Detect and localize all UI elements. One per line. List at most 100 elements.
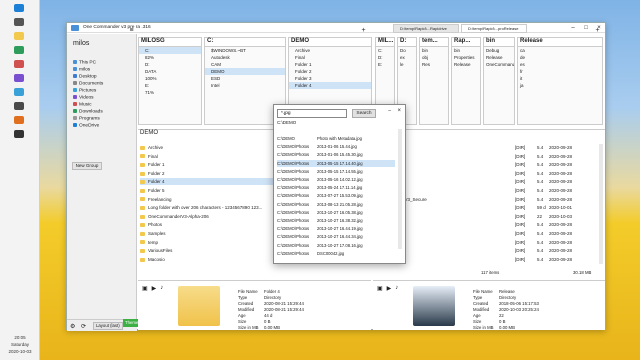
column-row[interactable]: ca: [518, 47, 602, 54]
column-row[interactable]: DEMO: [205, 68, 285, 75]
start-icon[interactable]: [14, 4, 24, 12]
close-button[interactable]: ×: [397, 108, 401, 114]
column-row[interactable]: Folder 2: [289, 68, 371, 75]
tab[interactable]: D:\temp\Rapid\...proRelease: [461, 24, 527, 33]
scrollbar[interactable]: [599, 144, 603, 264]
table-row[interactable]: ommanderV3_Secure[DIR]5.42020-09-28: [375, 196, 597, 203]
search-result-row[interactable]: C:\DEMO\Photos 2013-10-27 16.05.38.jpg: [277, 209, 395, 216]
nav-item[interactable]: OneDrive: [73, 123, 99, 129]
table-row[interactable]: [DIR] 5.4 2020-09-28: [375, 187, 597, 194]
nav-item[interactable]: Desktop: [73, 74, 97, 80]
tab[interactable]: D:\temp\Rapid\...Rapidrive: [393, 24, 459, 33]
table-row[interactable]: [DIR] 5.4 2020-09-28: [375, 178, 597, 185]
search-result-row[interactable]: C:\DEMO\Photos 2013-10-27 17.08.16.jpg: [277, 242, 395, 249]
table-row[interactable]: [DIR] 5.4 2020-09-28: [375, 230, 597, 237]
nav-item[interactable]: Music: [73, 102, 92, 108]
clock-time[interactable]: 20:05: [0, 335, 40, 340]
audio-icon[interactable]: ♪: [395, 285, 398, 292]
column-row[interactable]: ja: [518, 82, 602, 89]
search-result-row[interactable]: C:\DEMO\Photos 2013-07-27 15.53.09.jpg: [277, 192, 395, 199]
minimize-button[interactable]: –: [388, 108, 391, 114]
minimize-button[interactable]: –: [567, 24, 579, 32]
search-result-row[interactable]: C:\DEMO Photo with Metadata.jpg: [277, 135, 395, 142]
image-icon[interactable]: ▣: [142, 285, 148, 292]
column-row[interactable]: fr: [518, 68, 602, 75]
app-icon[interactable]: [14, 88, 24, 96]
layout-button[interactable]: Layout (last): [93, 322, 123, 330]
column-row[interactable]: ex: [398, 54, 416, 61]
table-row[interactable]: [DIR] 5.4 2020-09-28: [375, 256, 597, 263]
column-row[interactable]: CAM: [205, 61, 285, 68]
search-result-row[interactable]: C:\DEMO\Photos 2013-08-13 21.05.28.jpg: [277, 201, 395, 208]
column-row[interactable]: bin: [420, 47, 448, 54]
column-row[interactable]: $WINDOWS.~BT: [205, 47, 285, 54]
search-icon[interactable]: [14, 18, 24, 26]
column-row[interactable]: Properties: [452, 54, 480, 61]
search-result-row[interactable]: C:\DEMO\Photos 2013-05-15 17.14.40.jpg: [277, 159, 395, 167]
new-group-button[interactable]: New Group: [72, 162, 102, 170]
nav-item[interactable]: milos: [73, 67, 90, 73]
search-result-row[interactable]: C:\DEMO\Photos 2013-10-27 16.44.19.jpg: [277, 225, 395, 232]
column-row[interactable]: 71%: [139, 89, 201, 96]
app-icon[interactable]: [14, 60, 24, 68]
app-icon[interactable]: [14, 74, 24, 82]
search-result-row[interactable]: C:\DEMO\Photos 2013-05-24 17.11.14.jpg: [277, 184, 395, 191]
maximize-button[interactable]: □: [580, 24, 592, 32]
column-row[interactable]: Release: [484, 54, 514, 61]
onecommander-icon[interactable]: [14, 102, 24, 110]
column-row[interactable]: Folder 4: [289, 82, 371, 89]
table-row[interactable]: [DIR] 59 d 2020-10-01: [375, 204, 597, 211]
column-row[interactable]: OneCommanderV: [484, 61, 514, 68]
column-row[interactable]: bin: [452, 47, 480, 54]
column-row[interactable]: E:: [376, 61, 394, 68]
search-result-row[interactable]: C:\DEMO\Photos 2013-10-27 16.38.32.jpg: [277, 217, 395, 224]
audio-icon[interactable]: ♪: [160, 285, 163, 292]
column-row[interactable]: obj: [420, 54, 448, 61]
search-result-row[interactable]: C:\DEMO\Photos 2013-05-16 14.02.12.jpg: [277, 176, 395, 183]
column-row[interactable]: Autodesk: [205, 54, 285, 61]
table-row[interactable]: [DIR] 5.4 2020-09-28: [375, 161, 597, 168]
table-row[interactable]: [DIR] 5.4 2020-09-28: [375, 247, 597, 254]
column-row[interactable]: Release: [452, 61, 480, 68]
app-icon[interactable]: [14, 116, 24, 124]
table-row[interactable]: [DIR] 5.4 2020-09-28: [375, 221, 597, 228]
play-icon[interactable]: ▶: [152, 285, 157, 292]
nav-item[interactable]: Videos: [73, 95, 94, 101]
column-row[interactable]: Folder 1: [289, 61, 371, 68]
column-row[interactable]: E:: [139, 82, 201, 89]
column-row[interactable]: DATA: [139, 68, 201, 75]
column-row[interactable]: 100%: [139, 75, 201, 82]
scrollbar[interactable]: [398, 129, 402, 249]
add-tab-button[interactable]: +: [359, 27, 368, 36]
play-icon[interactable]: ▶: [387, 285, 392, 292]
table-row[interactable]: [DIR] 5.4 2020-09-28: [375, 144, 597, 151]
table-row[interactable]: [DIR] 5.4 2020-09-28: [375, 170, 597, 177]
table-row[interactable]: [DIR] 5.4 2020-09-28: [375, 153, 597, 160]
column-row[interactable]: es: [518, 61, 602, 68]
column-row[interactable]: D:: [376, 54, 394, 61]
nav-item[interactable]: Downloads: [73, 109, 103, 115]
nav-item[interactable]: Programs: [73, 116, 100, 122]
nav-item[interactable]: This PC: [73, 60, 96, 66]
column-row[interactable]: Res: [420, 61, 448, 68]
browser-icon[interactable]: [14, 46, 24, 54]
table-row[interactable]: [DIR] 5.4 2020-09-28: [375, 239, 597, 246]
nav-item[interactable]: Documents: [73, 81, 103, 87]
column-row[interactable]: de: [518, 54, 602, 61]
add-tab-right-button[interactable]: +: [593, 27, 602, 36]
search-result-row[interactable]: C:\DEMO\Photos 2013-05-15 17.14.55.jpg: [277, 168, 395, 175]
column-row[interactable]: C:: [139, 47, 201, 54]
column-row[interactable]: C:: [376, 47, 394, 54]
column-row[interactable]: 82%: [139, 54, 201, 61]
column-row[interactable]: Do: [398, 47, 416, 54]
column-row[interactable]: Debug: [484, 47, 514, 54]
column-row[interactable]: ESD: [205, 75, 285, 82]
column-row[interactable]: Archive: [289, 47, 371, 54]
search-result-row[interactable]: C:\DEMO\Photos 2013-10-27 16.44.34.jpg: [277, 233, 395, 240]
search-button[interactable]: Search: [352, 109, 376, 118]
column-row[interactable]: Intel: [205, 82, 285, 89]
settings-icon[interactable]: ⚙: [70, 323, 75, 330]
nav-item[interactable]: Pictures: [73, 88, 96, 94]
column-row[interactable]: Folder 3: [289, 75, 371, 82]
column-row[interactable]: D:: [139, 61, 201, 68]
